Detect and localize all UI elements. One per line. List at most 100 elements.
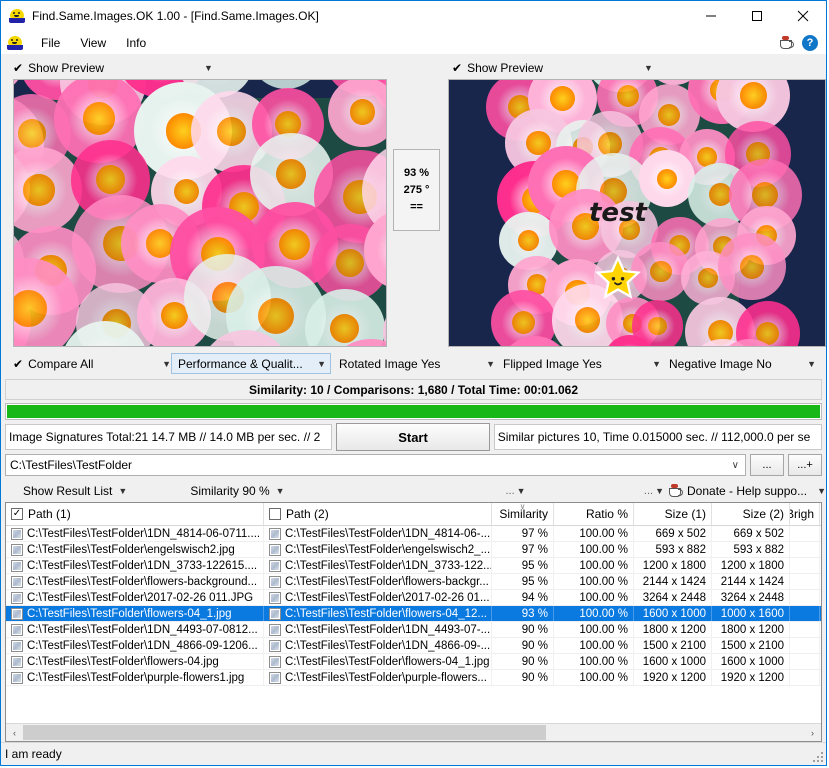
table-cell-path2: C:\TestFiles\TestFolder\1DN_3733-122... [264, 557, 492, 574]
menu-item-file[interactable]: File [31, 34, 70, 52]
table-row[interactable]: C:\TestFiles\TestFolder\1DN_4866-09-1206… [6, 637, 821, 654]
header-checkbox[interactable]: ✓ [11, 508, 23, 520]
chevron-down-icon[interactable]: ▼ [646, 359, 661, 369]
close-button[interactable] [780, 1, 826, 31]
table-row[interactable]: C:\TestFiles\TestFolder\1DN_3733-122615.… [6, 557, 821, 574]
chevron-down-icon[interactable]: ▼ [801, 359, 816, 369]
header-checkbox[interactable] [269, 508, 281, 520]
chevron-down-icon[interactable]: ▼ [655, 486, 664, 496]
cell-text: C:\TestFiles\TestFolder\flowers-04.jpg [27, 655, 219, 668]
show-result-list-dropdown[interactable]: Show Result List ▼ [1, 480, 174, 501]
table-row[interactable]: C:\TestFiles\TestFolder\purple-flowers1.… [6, 669, 821, 686]
table-cell-size2: 669 x 502 [712, 526, 790, 542]
cell-text: C:\TestFiles\TestFolder\1DN_4814-06-0711… [27, 527, 261, 540]
cell-text: 1200 x 1800 [642, 559, 706, 572]
folder-path-row: C:\TestFiles\TestFolder ∨ ... ...+ [5, 454, 822, 476]
table-cell-path2: C:\TestFiles\TestFolder\engelswisch2_... [264, 541, 492, 558]
table-header-size-1[interactable]: Size (1) [634, 503, 712, 525]
browse-add-button[interactable]: ...+ [788, 454, 822, 476]
table-row[interactable]: C:\TestFiles\TestFolder\flowers-04.jpg C:… [6, 653, 821, 670]
match-info-box: 93 % 275 ° == [393, 149, 440, 231]
table-body: C:\TestFiles\TestFolder\1DN_4814-06-0711… [6, 526, 821, 723]
similarity-threshold-label: Similarity 90 % [190, 483, 270, 498]
chevron-down-icon[interactable]: ▼ [817, 486, 826, 496]
more-options-dropdown-1[interactable]: ... ▼ [348, 480, 526, 501]
option-negative-image[interactable]: Negative Image No ▼ [661, 353, 816, 374]
scrollbar-thumb[interactable] [23, 725, 547, 740]
option-rotated-image[interactable]: Rotated Image Yes ▼ [331, 353, 495, 374]
chevron-down-icon[interactable]: ▼ [276, 486, 285, 496]
more-options-dropdown-2[interactable]: ... ▼ [526, 480, 664, 501]
scan-control-row: Image Signatures Total:21 14.7 MB // 14.… [5, 423, 822, 451]
maximize-button[interactable] [734, 1, 780, 31]
table-cell-path2: C:\TestFiles\TestFolder\1DN_4866-09-... [264, 637, 492, 654]
app-icon [9, 8, 25, 24]
match-percent: 93 % [403, 166, 430, 179]
table-header-ratio[interactable]: Ratio % [554, 503, 634, 525]
minimize-button[interactable] [688, 1, 734, 31]
right-preview-image[interactable]: test [448, 79, 826, 347]
cell-text: C:\TestFiles\TestFolder\flowers-04_12... [285, 607, 487, 620]
table-cell-path1: C:\TestFiles\TestFolder\flowers-backgrou… [6, 573, 264, 590]
chevron-down-icon[interactable]: ▼ [204, 63, 213, 73]
table-cell-size1: 1500 x 2100 [634, 637, 712, 654]
table-row[interactable]: C:\TestFiles\TestFolder\1DN_4493-07-0812… [6, 621, 821, 638]
horizontal-scrollbar[interactable]: ‹ › [6, 723, 821, 741]
browse-button[interactable]: ... [750, 454, 784, 476]
option-compare-all[interactable]: ✔ Compare All ▼ [1, 353, 171, 374]
start-button[interactable]: Start [336, 423, 490, 451]
menu-item-view[interactable]: View [70, 34, 116, 52]
cell-text: C:\TestFiles\TestFolder\1DN_3733-122615.… [27, 559, 258, 572]
chevron-down-icon[interactable]: ∨ [732, 460, 739, 471]
chevron-down-icon[interactable]: ▼ [156, 359, 171, 369]
preview-area: ✔ Show Preview ▼ 93 % 275 ° == ✔ Show Pr… [1, 54, 826, 347]
table-cell-path2: C:\TestFiles\TestFolder\1DN_4493-07-... [264, 621, 492, 638]
table-cell-similarity: 94 % [492, 589, 554, 606]
table-cell-brightness [790, 605, 820, 622]
table-row[interactable]: C:\TestFiles\TestFolder\flowers-04_1.jpg… [6, 605, 821, 622]
table-cell-similarity: 95 % [492, 573, 554, 590]
table-row[interactable]: C:\TestFiles\TestFolder\engelswisch2.jpg… [6, 541, 821, 558]
table-row[interactable]: C:\TestFiles\TestFolder\2017-02-26 011.J… [6, 589, 821, 606]
match-equal: == [410, 200, 423, 213]
option-flipped-image[interactable]: Flipped Image Yes ▼ [495, 353, 661, 374]
option-performance-quality-label: Performance & Qualit... [178, 356, 303, 371]
status-bar-text: I am ready [5, 747, 62, 761]
scroll-left-arrow[interactable]: ‹ [6, 724, 23, 741]
table-header-path-1[interactable]: ✓ Path (1) [6, 503, 264, 525]
table-row[interactable]: C:\TestFiles\TestFolder\flowers-backgrou… [6, 573, 821, 590]
title-bar: Find.Same.Images.OK 1.00 - [Find.Same.Im… [1, 1, 826, 31]
left-preview-image[interactable] [13, 79, 387, 347]
help-icon[interactable]: ? [802, 34, 818, 51]
table-row[interactable]: C:\TestFiles\TestFolder\1DN_4814-06-0711… [6, 526, 821, 542]
table-header-size-2[interactable]: Size (2) [712, 503, 790, 525]
left-show-preview-toggle[interactable]: ✔ Show Preview ▼ [1, 57, 387, 79]
cell-text: 100.00 % [579, 671, 628, 684]
option-performance-quality[interactable]: Performance & Qualit... ▼ [171, 353, 331, 374]
chevron-down-icon[interactable]: ▼ [118, 486, 127, 496]
donate-dropdown[interactable]: Donate - Help suppo... ▼ [664, 480, 826, 501]
scrollbar-track[interactable] [23, 724, 804, 741]
chevron-down-icon[interactable]: ▼ [517, 486, 526, 496]
file-icon [269, 671, 281, 684]
table-header-similarity[interactable]: ∨ Similarity [492, 503, 554, 525]
scroll-right-arrow[interactable]: › [804, 724, 821, 741]
table-cell-similarity: 97 % [492, 541, 554, 558]
chevron-down-icon[interactable]: ▼ [311, 359, 326, 369]
resize-grip[interactable] [813, 752, 823, 762]
cell-text: 669 x 502 [655, 527, 706, 540]
folder-path-combo[interactable]: C:\TestFiles\TestFolder ∨ [5, 454, 746, 476]
similarity-threshold-dropdown[interactable]: Similarity 90 % ▼ [174, 480, 347, 501]
table-header-brigh[interactable]: Brigh [790, 503, 820, 525]
table-cell-size1: 669 x 502 [634, 526, 712, 542]
cell-text: 94 % [521, 591, 548, 604]
menu-item-info[interactable]: Info [116, 34, 156, 52]
coffee-cup-icon[interactable] [779, 36, 794, 49]
right-show-preview-toggle[interactable]: ✔ Show Preview ▼ [440, 57, 826, 79]
table-cell-ratio: 100.00 % [554, 621, 634, 638]
chevron-down-icon[interactable]: ▼ [480, 359, 495, 369]
chevron-down-icon[interactable]: ▼ [644, 63, 653, 73]
table-header-path-2[interactable]: Path (2) [264, 503, 492, 525]
file-icon [269, 639, 281, 652]
application-window: Find.Same.Images.OK 1.00 - [Find.Same.Im… [0, 0, 827, 766]
